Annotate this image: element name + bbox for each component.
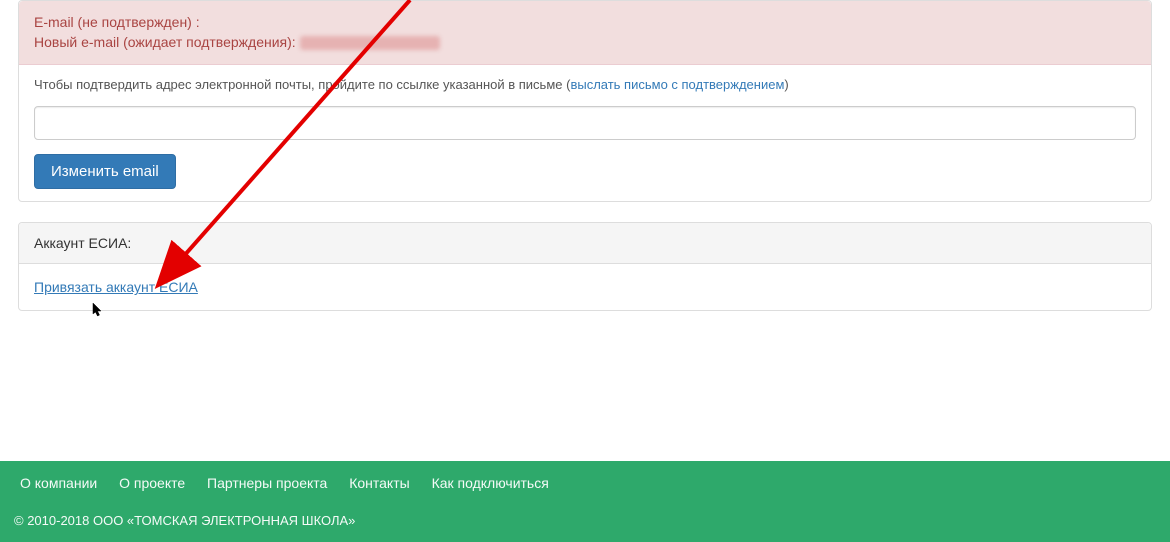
footer-link-partners[interactable]: Партнеры проекта [207, 475, 327, 491]
email-pending-label: Новый e-mail (ожидает подтверждения): [34, 34, 296, 50]
footer: О компании О проекте Партнеры проекта Ко… [0, 461, 1170, 542]
email-alert: E-mail (не подтвержден) : Новый e-mail (… [19, 1, 1151, 65]
footer-link-about-project[interactable]: О проекте [119, 475, 185, 491]
email-status-line: E-mail (не подтвержден) : [34, 13, 1136, 33]
email-panel-body: Чтобы подтвердить адрес электронной почт… [19, 65, 1151, 201]
footer-link-about-company[interactable]: О компании [20, 475, 97, 491]
confirm-text-suffix: ) [784, 77, 788, 92]
blurred-email-value [300, 36, 440, 50]
footer-link-how-to-connect[interactable]: Как подключиться [432, 475, 549, 491]
footer-links: О компании О проекте Партнеры проекта Ко… [0, 461, 1170, 505]
esia-body: Привязать аккаунт ЕСИА [19, 264, 1151, 310]
resend-confirmation-link[interactable]: выслать письмо с подтверждением [570, 77, 784, 92]
email-pending-line: Новый e-mail (ожидает подтверждения): [34, 33, 1136, 53]
footer-link-contacts[interactable]: Контакты [349, 475, 409, 491]
email-panel: E-mail (не подтвержден) : Новый e-mail (… [18, 0, 1152, 202]
esia-header: Аккаунт ЕСИА: [19, 223, 1151, 264]
esia-panel: Аккаунт ЕСИА: Привязать аккаунт ЕСИА [18, 222, 1152, 311]
confirm-text-prefix: Чтобы подтвердить адрес электронной почт… [34, 77, 570, 92]
change-email-button[interactable]: Изменить email [34, 154, 176, 189]
email-input[interactable] [34, 106, 1136, 140]
footer-copyright: © 2010-2018 ООО «ТОМСКАЯ ЭЛЕКТРОННАЯ ШКО… [0, 505, 1170, 542]
link-esia-account[interactable]: Привязать аккаунт ЕСИА [34, 279, 198, 295]
email-confirm-text: Чтобы подтвердить адрес электронной почт… [34, 77, 1136, 92]
